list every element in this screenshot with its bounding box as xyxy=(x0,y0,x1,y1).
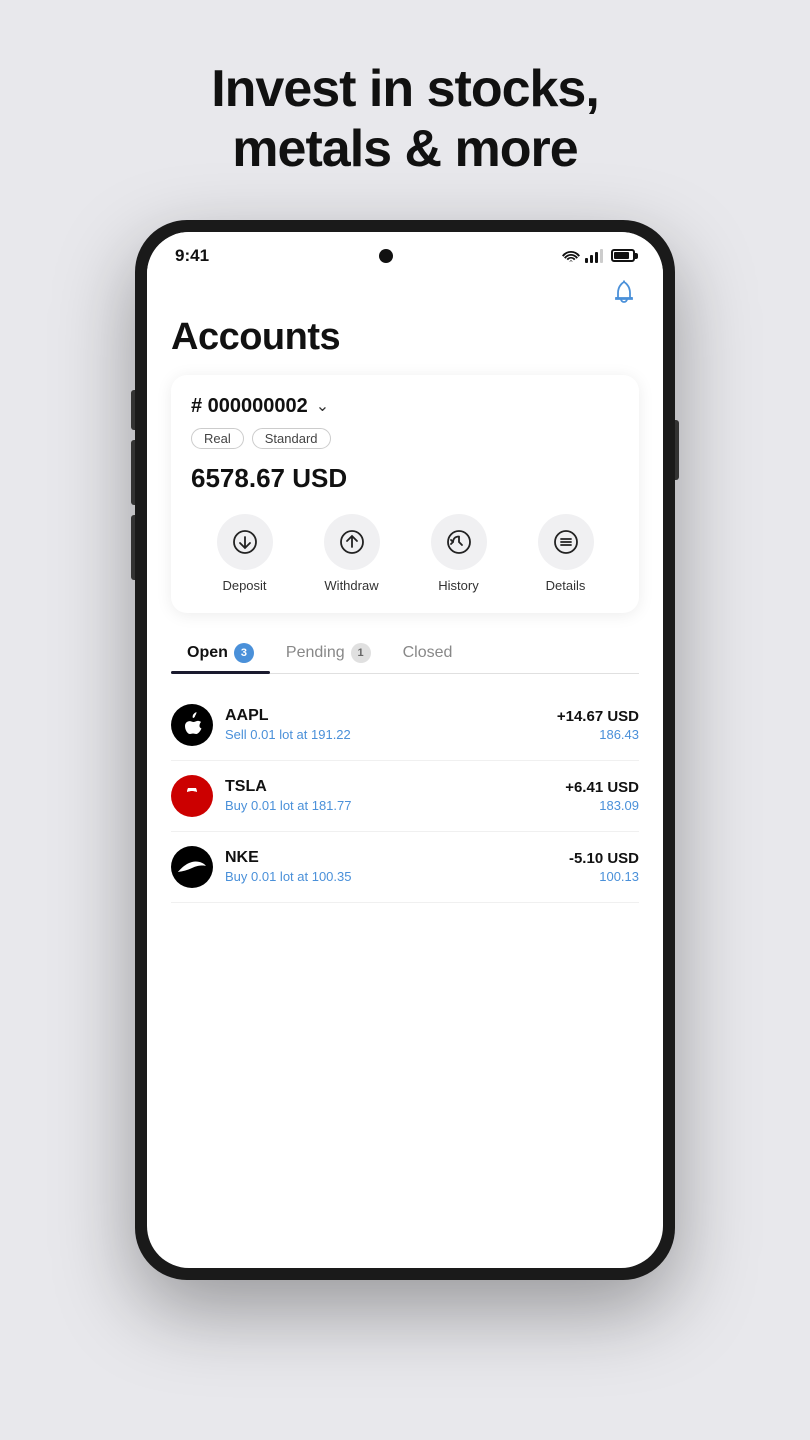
status-icons xyxy=(562,249,635,263)
tab-closed[interactable]: Closed xyxy=(387,633,469,673)
silent-button xyxy=(131,390,135,430)
aapl-price: 186.43 xyxy=(557,727,639,742)
tab-closed-label: Closed xyxy=(403,644,453,662)
nke-info: NKE Buy 0.01 lot at 100.35 xyxy=(225,849,569,884)
withdraw-icon-circle xyxy=(324,514,380,570)
nke-pnl: -5.10 USD xyxy=(569,850,639,867)
nke-values: -5.10 USD 100.13 xyxy=(569,850,639,884)
details-label: Details xyxy=(546,578,586,593)
action-buttons: Deposit Withdraw xyxy=(191,514,619,593)
history-label: History xyxy=(438,578,478,593)
aapl-detail: Sell 0.01 lot at 191.22 xyxy=(225,727,557,742)
aapl-symbol: AAPL xyxy=(225,707,557,725)
screen-content: Accounts # 000000002 ⌄ Real Standard 657… xyxy=(147,274,663,1268)
aapl-logo xyxy=(171,704,213,746)
tag-standard: Standard xyxy=(252,428,331,449)
phone-mockup: 9:41 xyxy=(135,220,675,1280)
tsla-detail: Buy 0.01 lot at 181.77 xyxy=(225,798,565,813)
aapl-pnl: +14.67 USD xyxy=(557,708,639,725)
tab-open-badge: 3 xyxy=(234,643,254,663)
tab-pending-badge: 1 xyxy=(351,643,371,663)
tab-open[interactable]: Open 3 xyxy=(171,633,270,673)
page-title: Accounts xyxy=(171,316,639,359)
deposit-label: Deposit xyxy=(222,578,266,593)
tsla-pnl: +6.41 USD xyxy=(565,779,639,796)
camera-dot xyxy=(379,249,393,263)
aapl-info: AAPL Sell 0.01 lot at 191.22 xyxy=(225,707,557,742)
battery-icon xyxy=(611,249,635,262)
tab-pending-label: Pending xyxy=(286,644,345,662)
notification-row xyxy=(171,274,639,316)
trade-item-aapl[interactable]: AAPL Sell 0.01 lot at 191.22 +14.67 USD … xyxy=(171,690,639,761)
status-time: 9:41 xyxy=(175,246,209,266)
phone-screen: 9:41 xyxy=(147,232,663,1268)
withdraw-label: Withdraw xyxy=(324,578,378,593)
account-balance: 6578.67 USD xyxy=(191,463,619,494)
signal-icon xyxy=(585,249,603,263)
trade-list: AAPL Sell 0.01 lot at 191.22 +14.67 USD … xyxy=(171,690,639,903)
trade-item-nke[interactable]: NKE Buy 0.01 lot at 100.35 -5.10 USD 100… xyxy=(171,832,639,903)
tsla-info: TSLA Buy 0.01 lot at 181.77 xyxy=(225,778,565,813)
trade-item-tsla[interactable]: TSLA Buy 0.01 lot at 181.77 +6.41 USD 18… xyxy=(171,761,639,832)
nke-logo xyxy=(171,846,213,888)
hero-section: Invest in stocks, metals & more xyxy=(211,60,599,180)
details-icon-circle xyxy=(538,514,594,570)
tsla-price: 183.09 xyxy=(565,798,639,813)
tsla-logo xyxy=(171,775,213,817)
account-number-row: # 000000002 ⌄ xyxy=(191,395,619,418)
details-button[interactable]: Details xyxy=(538,514,594,593)
history-icon-circle xyxy=(431,514,487,570)
wifi-icon xyxy=(562,249,580,263)
tab-pending[interactable]: Pending 1 xyxy=(270,633,387,673)
chevron-down-icon[interactable]: ⌄ xyxy=(316,396,329,416)
status-bar: 9:41 xyxy=(147,232,663,274)
tsla-symbol: TSLA xyxy=(225,778,565,796)
tabs-row: Open 3 Pending 1 Closed xyxy=(171,633,639,674)
account-card: # 000000002 ⌄ Real Standard 6578.67 USD xyxy=(171,375,639,613)
power-button xyxy=(675,420,679,480)
withdraw-button[interactable]: Withdraw xyxy=(324,514,380,593)
account-number: # 000000002 xyxy=(191,395,308,418)
aapl-values: +14.67 USD 186.43 xyxy=(557,708,639,742)
tag-real: Real xyxy=(191,428,244,449)
deposit-button[interactable]: Deposit xyxy=(217,514,273,593)
nke-price: 100.13 xyxy=(569,869,639,884)
bell-icon[interactable] xyxy=(609,278,639,308)
deposit-icon-circle xyxy=(217,514,273,570)
nke-detail: Buy 0.01 lot at 100.35 xyxy=(225,869,569,884)
history-button[interactable]: History xyxy=(431,514,487,593)
nke-symbol: NKE xyxy=(225,849,569,867)
volume-down-button xyxy=(131,515,135,580)
account-tags: Real Standard xyxy=(191,428,619,449)
tsla-values: +6.41 USD 183.09 xyxy=(565,779,639,813)
volume-up-button xyxy=(131,440,135,505)
hero-title: Invest in stocks, metals & more xyxy=(211,60,599,180)
tab-open-label: Open xyxy=(187,644,228,662)
